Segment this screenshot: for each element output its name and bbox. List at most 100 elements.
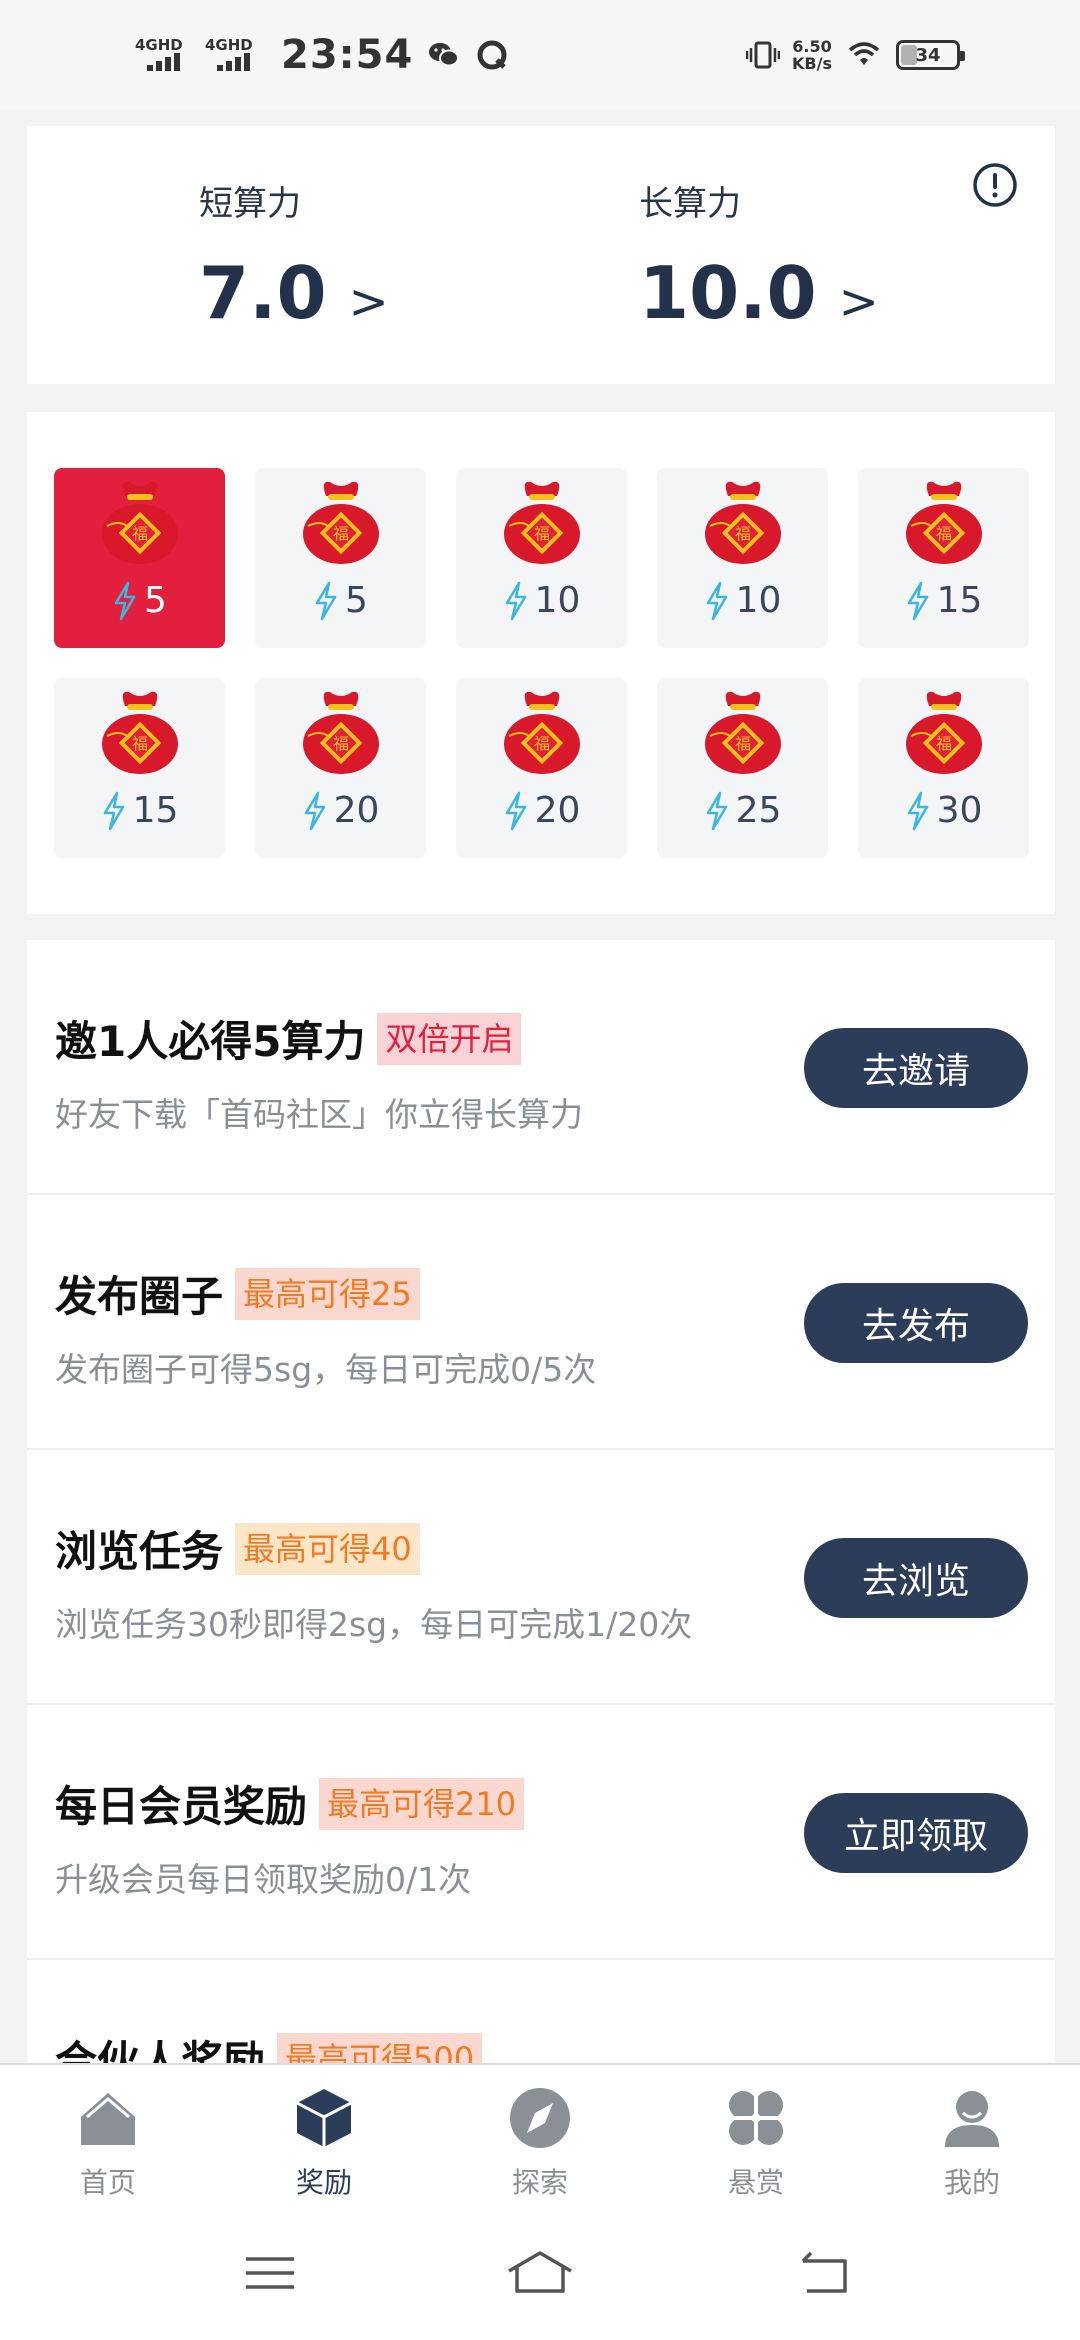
task-title: 每日会员奖励 bbox=[55, 1782, 308, 1831]
chevron-right-icon: > bbox=[348, 274, 389, 330]
reward-tile[interactable]: 福 10 bbox=[657, 468, 828, 648]
lucky-bag-icon: 福 bbox=[102, 481, 178, 564]
long-score-label: 长算力 bbox=[639, 184, 741, 224]
lucky-bag-icon: 福 bbox=[705, 691, 781, 774]
lucky-bag-icon: 福 bbox=[504, 691, 580, 774]
short-score-block[interactable]: 短算力 7.0 > bbox=[199, 176, 389, 335]
nav-label: 奖励 bbox=[295, 2166, 352, 2199]
network-speed: 6.50 KB/s bbox=[792, 38, 832, 72]
reward-tile[interactable]: 福 30 bbox=[858, 678, 1029, 858]
task-title: 邀1人必得5算力 bbox=[55, 1017, 366, 1066]
task-title: 浏览任务 bbox=[55, 1527, 224, 1576]
cellular-signal-icon: 4GHD bbox=[135, 37, 191, 73]
task-action-button[interactable]: 去发布 bbox=[804, 1283, 1028, 1363]
reward-tile[interactable]: 福 20 bbox=[456, 678, 627, 858]
home-nav-icon[interactable] bbox=[505, 2243, 575, 2303]
lucky-bag-icon: 福 bbox=[102, 691, 178, 774]
lightning-icon bbox=[103, 791, 124, 830]
menu-icon[interactable] bbox=[240, 2243, 300, 2303]
lucky-bag-icon: 福 bbox=[303, 691, 379, 774]
status-bar: 4GHD 4GHD 23:54 6.50 KB/s 34 bbox=[0, 0, 1080, 110]
bag-label: 福 bbox=[132, 524, 148, 543]
bottom-nav: 首页 奖励 探索 悬赏 我的 bbox=[0, 2063, 1080, 2203]
lightning-icon bbox=[907, 791, 928, 830]
nav-item[interactable]: 奖励 bbox=[216, 2065, 432, 2203]
speed-unit: KB/s bbox=[792, 54, 832, 73]
task-item: 邀1人必得5算力 双倍开启 好友下载「首码社区」你立得长算力 去邀请 bbox=[27, 940, 1055, 1195]
user-icon bbox=[945, 2091, 999, 2147]
bag-label: 福 bbox=[333, 524, 349, 543]
task-description: 好友下载「首码社区」你立得长算力 bbox=[55, 1095, 583, 1134]
cellular-signal-icon-2: 4GHD bbox=[205, 37, 261, 73]
nav-item[interactable]: 悬赏 bbox=[648, 2065, 864, 2203]
reward-tile[interactable]: 福 20 bbox=[255, 678, 426, 858]
wechat-icon bbox=[429, 43, 460, 67]
status-time: 23:54 bbox=[281, 32, 414, 78]
task-description: 发布圈子可得5sg，每日可完成0/5次 bbox=[55, 1350, 597, 1389]
qq-icon bbox=[477, 40, 507, 70]
reward-tile[interactable]: 福 15 bbox=[54, 678, 225, 858]
bag-label: 福 bbox=[936, 524, 952, 543]
reward-value: 15 bbox=[936, 580, 983, 621]
lightning-icon bbox=[315, 581, 337, 620]
reward-value: 10 bbox=[534, 580, 581, 621]
reward-value: 10 bbox=[735, 580, 782, 621]
task-tag: 最高可得25 bbox=[235, 1267, 420, 1320]
box-icon bbox=[296, 2089, 352, 2147]
lightning-icon bbox=[907, 581, 928, 620]
reward-grid: 福 5 福 5 福 10 福 10 福 15 福 15 福 20 福 20 福 … bbox=[54, 468, 1029, 858]
bag-label: 福 bbox=[132, 734, 148, 753]
home-icon bbox=[81, 2093, 135, 2145]
lucky-bag-icon: 福 bbox=[504, 481, 580, 564]
task-tag: 最高可得500 bbox=[277, 2032, 483, 2064]
nav-label: 我的 bbox=[943, 2166, 1000, 2199]
reward-value: 15 bbox=[132, 790, 179, 831]
task-description: 浏览任务30秒即得2sg，每日可完成1/20次 bbox=[55, 1605, 693, 1644]
reward-value: 5 bbox=[144, 580, 167, 621]
task-action-button[interactable]: 立即领取 bbox=[804, 1793, 1028, 1873]
reward-tile[interactable]: 福 25 bbox=[657, 678, 828, 858]
nav-item[interactable]: 探索 bbox=[432, 2065, 648, 2203]
bag-label: 福 bbox=[534, 734, 550, 753]
reward-tile[interactable]: 福 5 bbox=[255, 468, 426, 648]
battery-icon: 34 bbox=[896, 40, 965, 70]
task-description: 升级会员每日领取奖励0/1次 bbox=[55, 1860, 472, 1899]
nav-item[interactable]: 我的 bbox=[864, 2065, 1080, 2203]
back-icon[interactable] bbox=[795, 2243, 855, 2303]
reward-tile[interactable]: 福 10 bbox=[456, 468, 627, 648]
nav-label: 悬赏 bbox=[727, 2166, 784, 2199]
reward-tile[interactable]: 福 5 bbox=[54, 468, 225, 648]
system-nav-bar bbox=[0, 2203, 1080, 2340]
task-list: 邀1人必得5算力 双倍开启 好友下载「首码社区」你立得长算力 去邀请 发布圈子 最… bbox=[27, 940, 1055, 2064]
reward-grid-card: 福 5 福 5 福 10 福 10 福 15 福 15 福 20 福 20 福 … bbox=[27, 412, 1055, 914]
task-tag: 最高可得210 bbox=[319, 1777, 525, 1830]
reward-value: 30 bbox=[936, 790, 983, 831]
short-score-label: 短算力 bbox=[199, 184, 301, 224]
wifi-icon bbox=[848, 42, 880, 65]
compass-icon bbox=[510, 2088, 570, 2148]
nav-label: 探索 bbox=[511, 2166, 568, 2199]
task-title: 合伙人奖励 bbox=[55, 2037, 266, 2064]
lightning-icon bbox=[505, 581, 526, 620]
info-icon[interactable] bbox=[972, 162, 1018, 208]
bag-label: 福 bbox=[534, 524, 550, 543]
short-score-value: 7.0 bbox=[199, 251, 327, 335]
task-action-button[interactable]: 去浏览 bbox=[804, 1538, 1028, 1618]
lucky-bag-icon: 福 bbox=[906, 481, 982, 564]
long-score-value: 10.0 bbox=[639, 251, 817, 335]
bag-label: 福 bbox=[735, 734, 751, 753]
lucky-bag-icon: 福 bbox=[705, 481, 781, 564]
bag-label: 福 bbox=[936, 734, 952, 753]
lightning-icon bbox=[114, 581, 136, 620]
bag-label: 福 bbox=[735, 524, 751, 543]
nav-item[interactable]: 首页 bbox=[0, 2065, 216, 2203]
task-item: 浏览任务 最高可得40 浏览任务30秒即得2sg，每日可完成1/20次 去浏览 bbox=[27, 1450, 1055, 1705]
long-score-block[interactable]: 长算力 10.0 > bbox=[639, 176, 879, 335]
task-action-button[interactable]: 去邀请 bbox=[804, 1028, 1028, 1108]
reward-tile[interactable]: 福 15 bbox=[858, 468, 1029, 648]
lightning-icon bbox=[706, 791, 727, 830]
nav-label: 首页 bbox=[79, 2166, 136, 2199]
battery-level: 34 bbox=[915, 44, 941, 66]
speed-value: 6.50 bbox=[792, 37, 832, 56]
lightning-icon bbox=[505, 791, 526, 830]
